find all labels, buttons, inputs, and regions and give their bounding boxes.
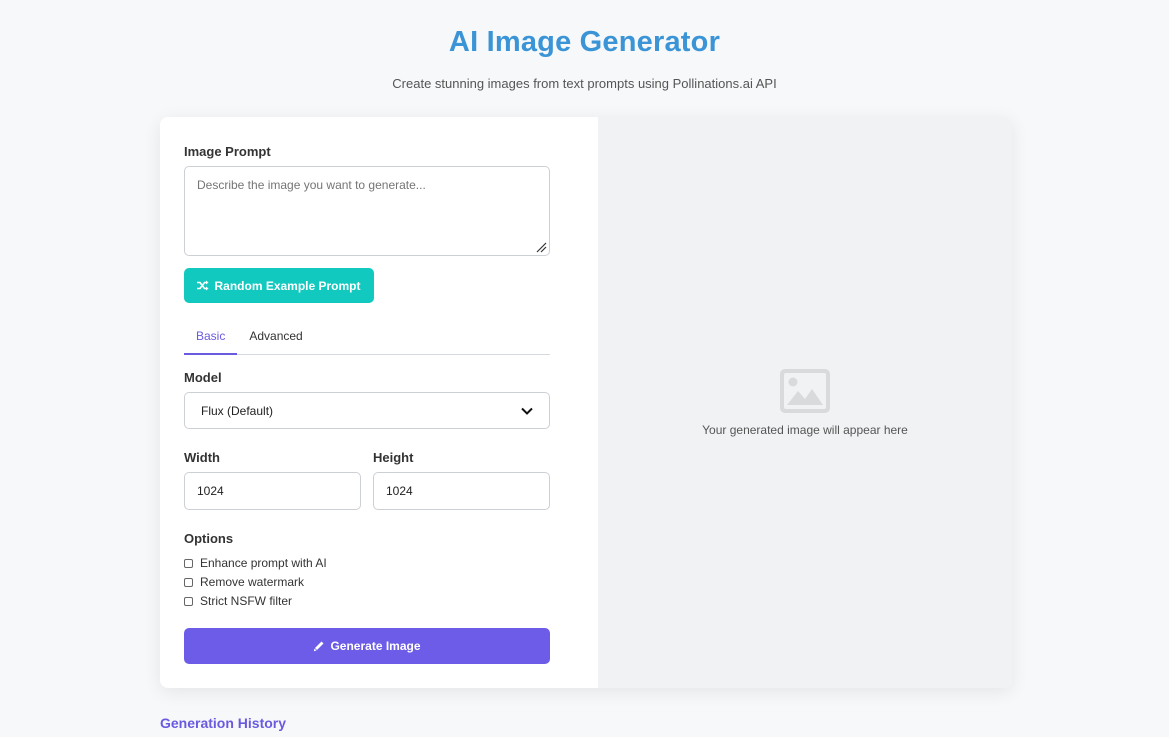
strict-nsfw-checkbox[interactable]: [184, 596, 193, 606]
form-panel: Image Prompt Random Example Prompt Basic…: [160, 117, 598, 688]
chevron-down-icon: [521, 407, 533, 415]
options-label: Options: [184, 531, 234, 546]
option-strict-nsfw[interactable]: Strict NSFW filter: [184, 594, 292, 608]
generator-card: Image Prompt Random Example Prompt Basic…: [160, 117, 1012, 688]
width-input[interactable]: 1024: [184, 472, 361, 510]
remove-watermark-checkbox[interactable]: [184, 577, 193, 587]
prompt-label: Image Prompt: [184, 144, 271, 159]
prompt-input[interactable]: [184, 166, 550, 256]
option-enhance-prompt[interactable]: Enhance prompt with AI: [184, 556, 327, 570]
resize-handle-icon[interactable]: [536, 242, 547, 253]
height-input[interactable]: 1024: [373, 472, 550, 510]
width-label: Width: [184, 450, 220, 465]
preview-placeholder-text: Your generated image will appear here: [702, 422, 908, 437]
enhance-prompt-checkbox[interactable]: [184, 558, 193, 568]
tab-basic[interactable]: Basic: [184, 323, 238, 355]
option-remove-watermark[interactable]: Remove watermark: [184, 575, 304, 589]
model-label: Model: [184, 370, 222, 385]
generate-button-label: Generate Image: [330, 639, 421, 653]
pencil-icon: [314, 641, 324, 652]
model-selected-value: Flux (Default): [201, 403, 274, 418]
enhance-prompt-label: Enhance prompt with AI: [200, 556, 327, 570]
strict-nsfw-label: Strict NSFW filter: [200, 594, 292, 608]
random-button-label: Random Example Prompt: [214, 278, 361, 293]
settings-tabs: Basic Advanced: [184, 323, 550, 355]
model-select[interactable]: Flux (Default): [184, 392, 550, 429]
page-title: AI Image Generator: [448, 26, 721, 58]
generate-image-button[interactable]: Generate Image: [184, 628, 550, 664]
height-label: Height: [373, 450, 414, 465]
image-icon: [780, 368, 830, 413]
remove-watermark-label: Remove watermark: [200, 575, 305, 589]
page-subtitle: Create stunning images from text prompts…: [392, 76, 777, 91]
random-example-prompt-button[interactable]: Random Example Prompt: [184, 268, 374, 303]
generation-history-heading: Generation History: [160, 715, 287, 731]
shuffle-icon: [197, 280, 209, 291]
image-preview-panel: Your generated image will appear here: [598, 117, 1012, 688]
tab-advanced[interactable]: Advanced: [237, 323, 314, 355]
